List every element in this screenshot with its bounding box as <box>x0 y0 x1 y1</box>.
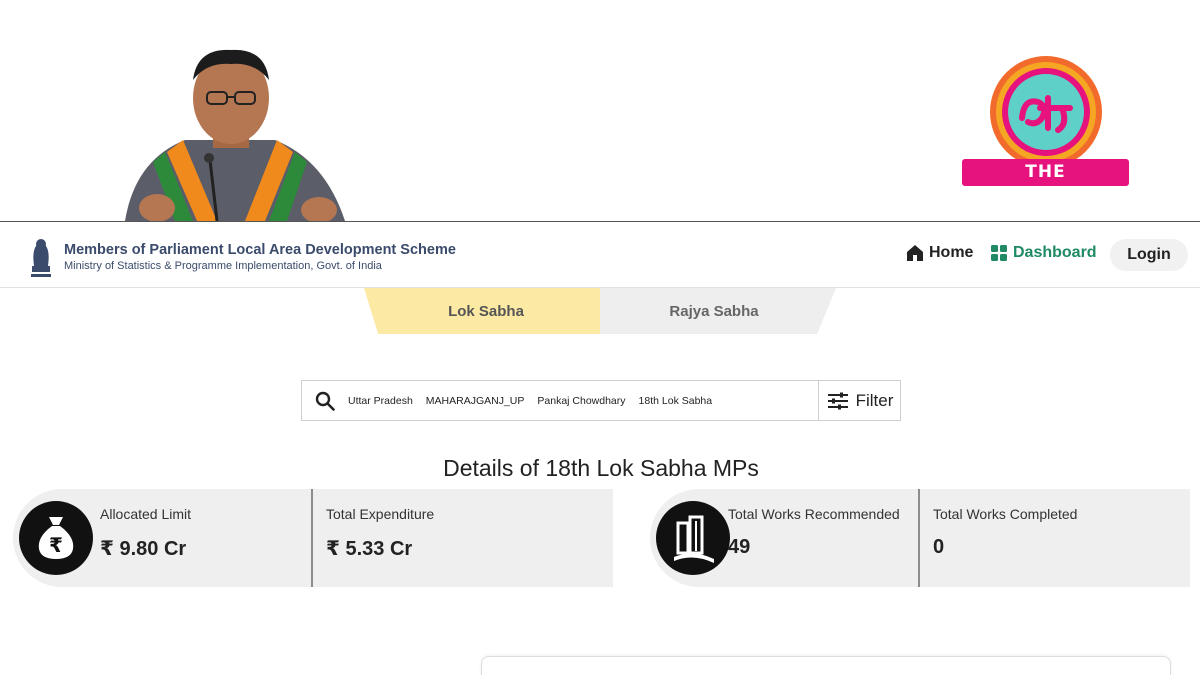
total-expenditure-label: Total Expenditure <box>326 506 435 522</box>
filter-label: Filter <box>855 390 894 410</box>
filter-icon <box>827 392 848 409</box>
works-circle <box>656 501 730 575</box>
mplads-website: Members of Parliament Local Area Develop… <box>0 221 1200 675</box>
emblem-icon <box>31 239 51 277</box>
works-completed-label: Total Works Completed <box>933 506 1078 522</box>
works-recommended-value: 49 <box>728 536 751 558</box>
works-card: Total Works Recommended 49 Total Works C… <box>650 489 1190 587</box>
site-header: Members of Parliament Local Area Develop… <box>0 222 1200 288</box>
nav-home-label: Home <box>929 244 974 261</box>
tab-lok-sabha[interactable]: Lok Sabha <box>364 288 600 334</box>
house-tabs: Lok Sabha Rajya Sabha <box>364 288 839 334</box>
filter-button[interactable]: Filter <box>818 381 901 420</box>
card-divider <box>311 489 313 587</box>
search-icon[interactable] <box>315 391 335 411</box>
hero-banner: THE LALLANTOP <box>0 0 1200 221</box>
money-circle: ₹ <box>19 501 93 575</box>
total-expenditure-value: ₹ 5.33 Cr <box>326 538 413 560</box>
allocated-limit-value: ₹ 9.80 Cr <box>100 538 187 560</box>
chip-constituency[interactable]: MAHARAJGANJ_UP <box>426 395 525 407</box>
lallantop-wordmark: THE LALLANTOP <box>962 159 1129 209</box>
buildings-icon <box>674 515 714 563</box>
works-recommended-label: Total Works Recommended <box>728 506 900 522</box>
site-title[interactable]: Members of Parliament Local Area Develop… <box>64 242 456 258</box>
details-panel <box>481 656 1171 675</box>
site-subtitle: Ministry of Statistics & Programme Imple… <box>64 260 382 272</box>
chip-term[interactable]: 18th Lok Sabha <box>639 395 713 407</box>
dashboard-icon <box>991 245 1007 261</box>
search-bar[interactable]: Uttar Pradesh MAHARAJGANJ_UP Pankaj Chow… <box>301 380 901 421</box>
chip-mp-name[interactable]: Pankaj Chowdhary <box>537 395 625 407</box>
details-heading: Details of 18th Lok Sabha MPs <box>443 455 759 481</box>
funds-card: ₹ Allocated Limit ₹ 9.80 Cr Total Expend… <box>13 489 613 587</box>
nav-dashboard[interactable]: Dashboard <box>990 244 1097 262</box>
search-chips: Uttar Pradesh MAHARAJGANJ_UP Pankaj Chow… <box>348 381 712 420</box>
home-icon <box>907 245 923 261</box>
tab-rajya-sabha[interactable]: Rajya Sabha <box>600 288 836 334</box>
politician-photo <box>125 49 345 221</box>
money-bag-icon: ₹ <box>38 517 74 559</box>
login-button[interactable]: Login <box>1110 239 1188 271</box>
svg-text:₹: ₹ <box>49 533 63 557</box>
card-divider <box>918 489 920 587</box>
chip-state[interactable]: Uttar Pradesh <box>348 395 413 407</box>
nav-home[interactable]: Home <box>906 244 973 262</box>
works-completed-value: 0 <box>933 536 945 558</box>
allocated-limit-label: Allocated Limit <box>100 506 192 522</box>
nav-dashboard-label: Dashboard <box>1013 244 1097 261</box>
